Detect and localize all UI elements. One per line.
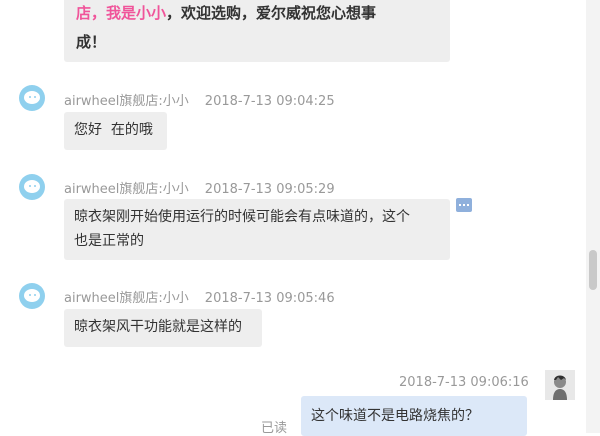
message-meta: airwheel旗舰店:小小 2018-7-13 09:05:46	[64, 287, 335, 306]
chat-scrollbar[interactable]	[586, 0, 600, 433]
message-meta: airwheel旗舰店:小小 2018-7-13 09:05:29	[64, 178, 335, 197]
user-avatar-icon[interactable]	[545, 370, 575, 400]
self-message-time: 2018-7-13 09:06:16	[399, 375, 529, 390]
message-bubble: 您好 在的哦	[64, 112, 167, 150]
message-meta: airwheel旗舰店:小小 2018-7-13 09:04:25	[64, 90, 335, 109]
welcome-highlight: 店，我是小小	[76, 4, 167, 22]
message-bubble-welcome: 店，我是小小，欢迎选购，爱尔威祝您心想事 成！	[64, 0, 450, 62]
message-bubble: 晾衣架刚开始使用运行的时候可能会有点味道的，这个 也是正常的	[64, 199, 450, 260]
store-agent-avatar-icon[interactable]	[19, 283, 45, 309]
more-options-icon[interactable]	[456, 198, 472, 212]
self-message-bubble: 这个味道不是电路烧焦的？	[301, 396, 527, 436]
self-message-text: 这个味道不是电路烧焦的？	[311, 408, 479, 424]
read-status-label: 已读	[261, 421, 288, 436]
message-text-line-2: 也是正常的	[74, 233, 144, 249]
store-agent-avatar-icon[interactable]	[19, 85, 45, 111]
message-time: 2018-7-13 09:04:25	[204, 94, 335, 109]
store-agent-avatar-icon[interactable]	[19, 174, 45, 200]
message-bubble: 晾衣架风干功能就是这样的	[64, 309, 262, 347]
sender-name: airwheel旗舰店:小小	[64, 291, 189, 306]
message-text-line-1: 晾衣架刚开始使用运行的时候可能会有点味道的，这个	[74, 209, 410, 225]
message-text: 晾衣架风干功能就是这样的	[74, 319, 242, 335]
message-text: 您好 在的哦	[74, 122, 153, 138]
sender-name: airwheel旗舰店:小小	[64, 182, 189, 197]
welcome-line-2: 成！	[76, 33, 107, 51]
scrollbar-thumb[interactable]	[589, 250, 597, 290]
message-time: 2018-7-13 09:05:46	[204, 291, 335, 306]
message-time: 2018-7-13 09:05:29	[204, 182, 335, 197]
sender-name: airwheel旗舰店:小小	[64, 94, 189, 109]
welcome-line-1: 店，我是小小，欢迎选购，爱尔威祝您心想事	[76, 0, 376, 28]
welcome-text: ，欢迎选购，爱尔威祝您心想事	[166, 4, 377, 22]
